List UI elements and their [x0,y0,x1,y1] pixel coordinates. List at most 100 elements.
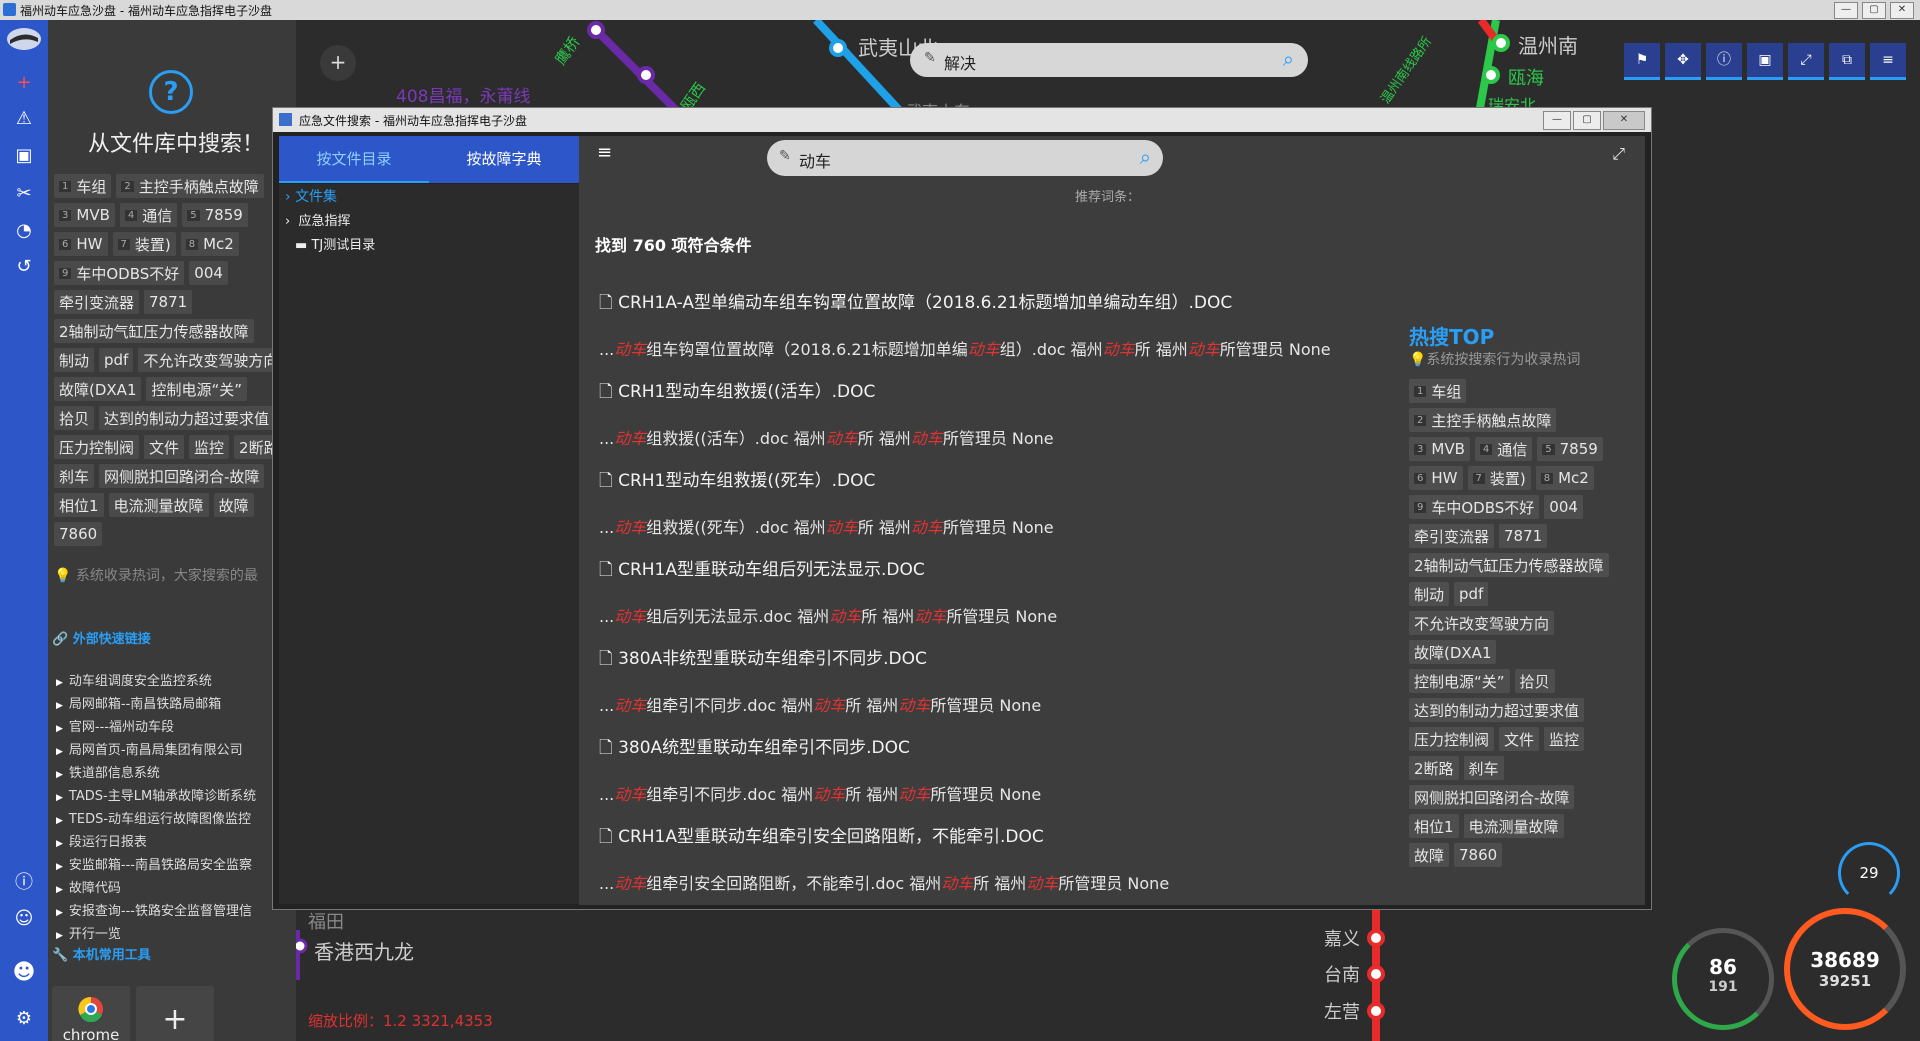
external-link[interactable]: 安报查询---铁路安全监督管理信 [56,900,256,923]
hot-tag[interactable]: 拾贝 [54,406,95,430]
hot-tag[interactable]: 7 装置) [112,232,176,256]
station-wenzhou-south[interactable]: 温州南 [1518,30,1578,59]
fullscreen-icon[interactable]: ⤢ [1612,144,1625,164]
hot-tag[interactable]: 1 车组 [1409,379,1467,403]
move-button[interactable]: ✥ [1665,43,1701,80]
pie-chart-icon[interactable]: ◔ [0,220,48,241]
station-hk[interactable]: 香港西九龙 [314,936,414,965]
dialog-minimize-icon[interactable]: — [1543,111,1571,130]
result-title[interactable]: 🗋 380A统型重联动车组牵引不同步.DOC [599,733,1439,764]
hot-tag[interactable]: 文件 [144,435,185,459]
hot-tag[interactable]: 相位1 [1409,814,1459,838]
hot-tag[interactable]: 达到的制动力超过要求值 [1409,698,1585,722]
external-link[interactable]: 铁道部信息系统 [56,762,256,785]
station-jiayi[interactable]: 嘉义 [1324,925,1360,951]
hot-tag[interactable]: 2轴制动气缸压力传感器故障 [1409,553,1609,577]
help-icon[interactable]: ? [149,70,193,114]
hot-tag[interactable]: 不允许改变驾驶方向 [138,348,284,372]
hot-tag[interactable]: 5 7859 [1537,437,1603,461]
map-search-input[interactable]: 解决 [944,50,976,74]
hot-tag[interactable]: 牵引变流器 [1409,524,1495,548]
settings-icon[interactable]: ⚙ [0,1008,48,1029]
info-button[interactable]: ⓘ [1706,43,1742,80]
hot-tag[interactable]: 网侧脱扣回路闭合-故障 [99,464,265,488]
hot-tag[interactable]: 压力控制阀 [1409,727,1495,751]
result-title[interactable]: 🗋 CRH1型动车组救援((死车）.DOC [599,466,1439,497]
close-icon[interactable]: ✕ [1890,2,1914,19]
hot-tag[interactable]: 8 Mc2 [180,232,239,256]
hot-tag[interactable]: 压力控制阀 [54,435,140,459]
search-icon[interactable]: ⌕ [1140,145,1151,169]
external-link[interactable]: 段运行日报表 [56,831,256,854]
external-link[interactable]: 安监邮箱---南昌铁路局安全监察 [56,854,256,877]
hot-tag[interactable]: pdf [1454,582,1489,606]
warning-icon[interactable]: ⚠ [0,108,48,129]
chrome-tool[interactable]: chrome [52,986,130,1041]
train-button[interactable]: ▣ [1747,43,1783,80]
hot-tag[interactable]: 3 MVB [54,203,115,227]
external-link[interactable]: 开行一览 [56,923,256,946]
hot-tag[interactable]: 004 [1544,495,1583,519]
external-link[interactable]: TADS-主导LM轴承故障诊断系统 [56,785,256,808]
hot-tag[interactable]: pdf [99,348,134,372]
hot-tag[interactable]: 不允许改变驾驶方向 [1409,611,1555,635]
hot-tag[interactable]: 2轴制动气缸压力传感器故障 [54,319,254,343]
hot-tag[interactable]: 故障 [213,493,254,517]
hot-tag[interactable]: 电流测量故障 [108,493,209,517]
external-link[interactable]: 官网---福州动车段 [56,716,256,739]
result-title[interactable]: 🗋 380A非统型重联动车组牵引不同步.DOC [599,644,1439,675]
hot-tag[interactable]: 1 车组 [54,174,112,198]
hot-tag[interactable]: 制动 [54,348,95,372]
hot-tag[interactable]: 7871 [144,290,193,314]
station-ouhai[interactable]: 瓯海 [1508,64,1544,90]
dialog-maximize-icon[interactable]: ▢ [1573,111,1601,130]
hot-tag[interactable]: 2断路 [1409,756,1459,780]
result-title[interactable]: 🗋 CRH1型动车组救援((活车）.DOC [599,377,1439,408]
add-tool-button[interactable]: + [136,986,214,1041]
zoom-in-button[interactable]: + [320,45,356,81]
hot-tag[interactable]: 9 车中ODBS不好 [1409,495,1540,519]
info-icon[interactable]: ⓘ [0,868,48,894]
minimize-icon[interactable]: — [1834,2,1858,19]
flag-button[interactable]: ⚑ [1624,43,1660,80]
hot-tag[interactable]: 监控 [1544,727,1585,751]
external-link[interactable]: 局网邮箱--南昌铁路局邮箱 [56,693,256,716]
hot-tag[interactable]: 故障(DXA1 [54,377,142,401]
hot-tag[interactable]: 2 主控手柄触点故障 [1409,408,1557,432]
hot-tag[interactable]: 7 装置) [1467,466,1531,490]
hot-tag[interactable]: 9 车中ODBS不好 [54,261,185,285]
user-icon[interactable]: ☻ [0,960,48,985]
external-button[interactable]: ⧉ [1829,43,1865,80]
station-tainan[interactable]: 台南 [1324,961,1360,987]
external-link[interactable]: 动车组调度安全监控系统 [56,670,256,693]
hot-tag[interactable]: 控制电源“关” [146,377,248,401]
tree-item-tj[interactable]: ▬ TJ测试目录 [295,234,375,253]
hot-tag[interactable]: 电流测量故障 [1463,814,1564,838]
hot-tag[interactable]: 6 HW [1409,466,1463,490]
hot-tag[interactable]: 刹车 [54,464,95,488]
hot-tag[interactable]: 7860 [54,522,103,546]
hot-tag[interactable]: 相位1 [54,493,104,517]
hot-tag[interactable]: 7871 [1499,524,1548,548]
group-icon[interactable]: ☺ [0,908,48,929]
hot-tag[interactable]: 刹车 [1463,756,1504,780]
hot-tag[interactable]: 制动 [1409,582,1450,606]
tree-item-emergency[interactable]: › 应急指挥 [285,210,350,229]
dialog-search-input[interactable]: 动车 [799,148,831,172]
station-zuoying[interactable]: 左营 [1324,998,1360,1024]
tree-root[interactable]: › 文件集 [285,186,337,206]
external-link[interactable]: 故障代码 [56,877,256,900]
train-logo-icon[interactable] [0,26,48,57]
hot-tag[interactable]: 故障 [1409,843,1450,867]
search-icon[interactable]: ⌕ [1283,47,1294,71]
hot-tag[interactable]: 故障(DXA1 [1409,640,1497,664]
hot-tag[interactable]: 文件 [1499,727,1540,751]
hot-tag[interactable]: 网侧脱扣回路闭合-故障 [1409,785,1575,809]
hot-tag[interactable]: 8 Mc2 [1535,466,1594,490]
dialog-close-icon[interactable]: ✕ [1603,111,1645,130]
hot-tag[interactable]: 4 通信 [1474,437,1533,461]
hot-tag[interactable]: 牵引变流器 [54,290,140,314]
train-icon[interactable]: ▣ [0,145,48,166]
tools-icon[interactable]: ✂ [0,183,48,204]
dialog-search-bar[interactable]: ✎ 动车 ⌕ [767,140,1163,176]
